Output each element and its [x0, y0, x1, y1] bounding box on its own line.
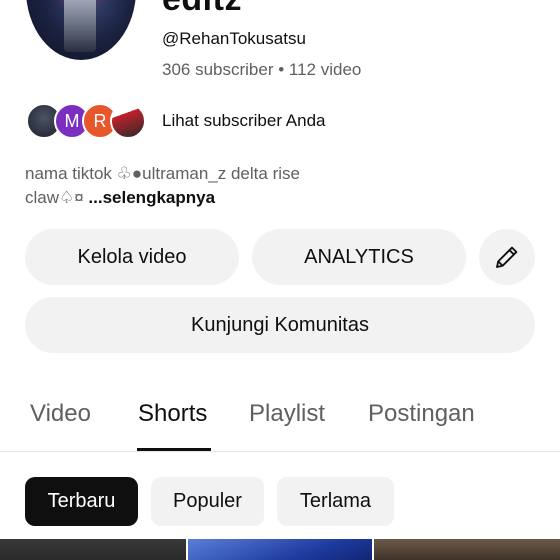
manage-videos-button[interactable]: Kelola video: [25, 229, 239, 285]
avatar-figure: [64, 0, 96, 52]
view-subscribers-link[interactable]: Lihat subscriber Anda: [162, 111, 326, 131]
active-tab-indicator: [137, 448, 211, 451]
tab-video[interactable]: Video: [30, 400, 91, 428]
tab-shorts[interactable]: Shorts: [138, 400, 207, 428]
description-line: nama tiktok ♧●ultraman_z delta rise: [25, 164, 300, 183]
filter-chip-terbaru[interactable]: Terbaru: [25, 477, 138, 526]
channel-handle: @RehanTokusatsu: [162, 29, 306, 48]
shorts-thumbnail[interactable]: [188, 539, 372, 560]
shorts-thumbnail[interactable]: [0, 539, 186, 560]
channel-stats: 306 subscriber • 112 video: [162, 60, 362, 79]
edit-channel-button[interactable]: [479, 229, 535, 285]
tab-playlist[interactable]: Playlist: [249, 400, 325, 428]
description-line: claw♤¤: [25, 188, 84, 207]
subscriber-avatar: [110, 103, 146, 139]
filter-chip-populer[interactable]: Populer: [151, 477, 264, 526]
channel-name: editz: [162, 0, 242, 19]
channel-description[interactable]: nama tiktok ♧●ultraman_z delta rise claw…: [25, 162, 525, 210]
visit-community-button[interactable]: Kunjungi Komunitas: [25, 297, 535, 353]
filter-chip-terlama[interactable]: Terlama: [277, 477, 394, 526]
show-more-link[interactable]: ...selengkapnya: [84, 188, 215, 207]
shorts-thumbnail[interactable]: [374, 539, 560, 560]
pencil-icon: [496, 246, 518, 268]
channel-tabs: Video Shorts Playlist Postingan: [0, 380, 560, 452]
analytics-button[interactable]: ANALYTICS: [252, 229, 466, 285]
channel-avatar[interactable]: [26, 0, 136, 60]
subscriber-avatars[interactable]: M R: [26, 102, 146, 140]
tab-postingan[interactable]: Postingan: [368, 400, 475, 428]
